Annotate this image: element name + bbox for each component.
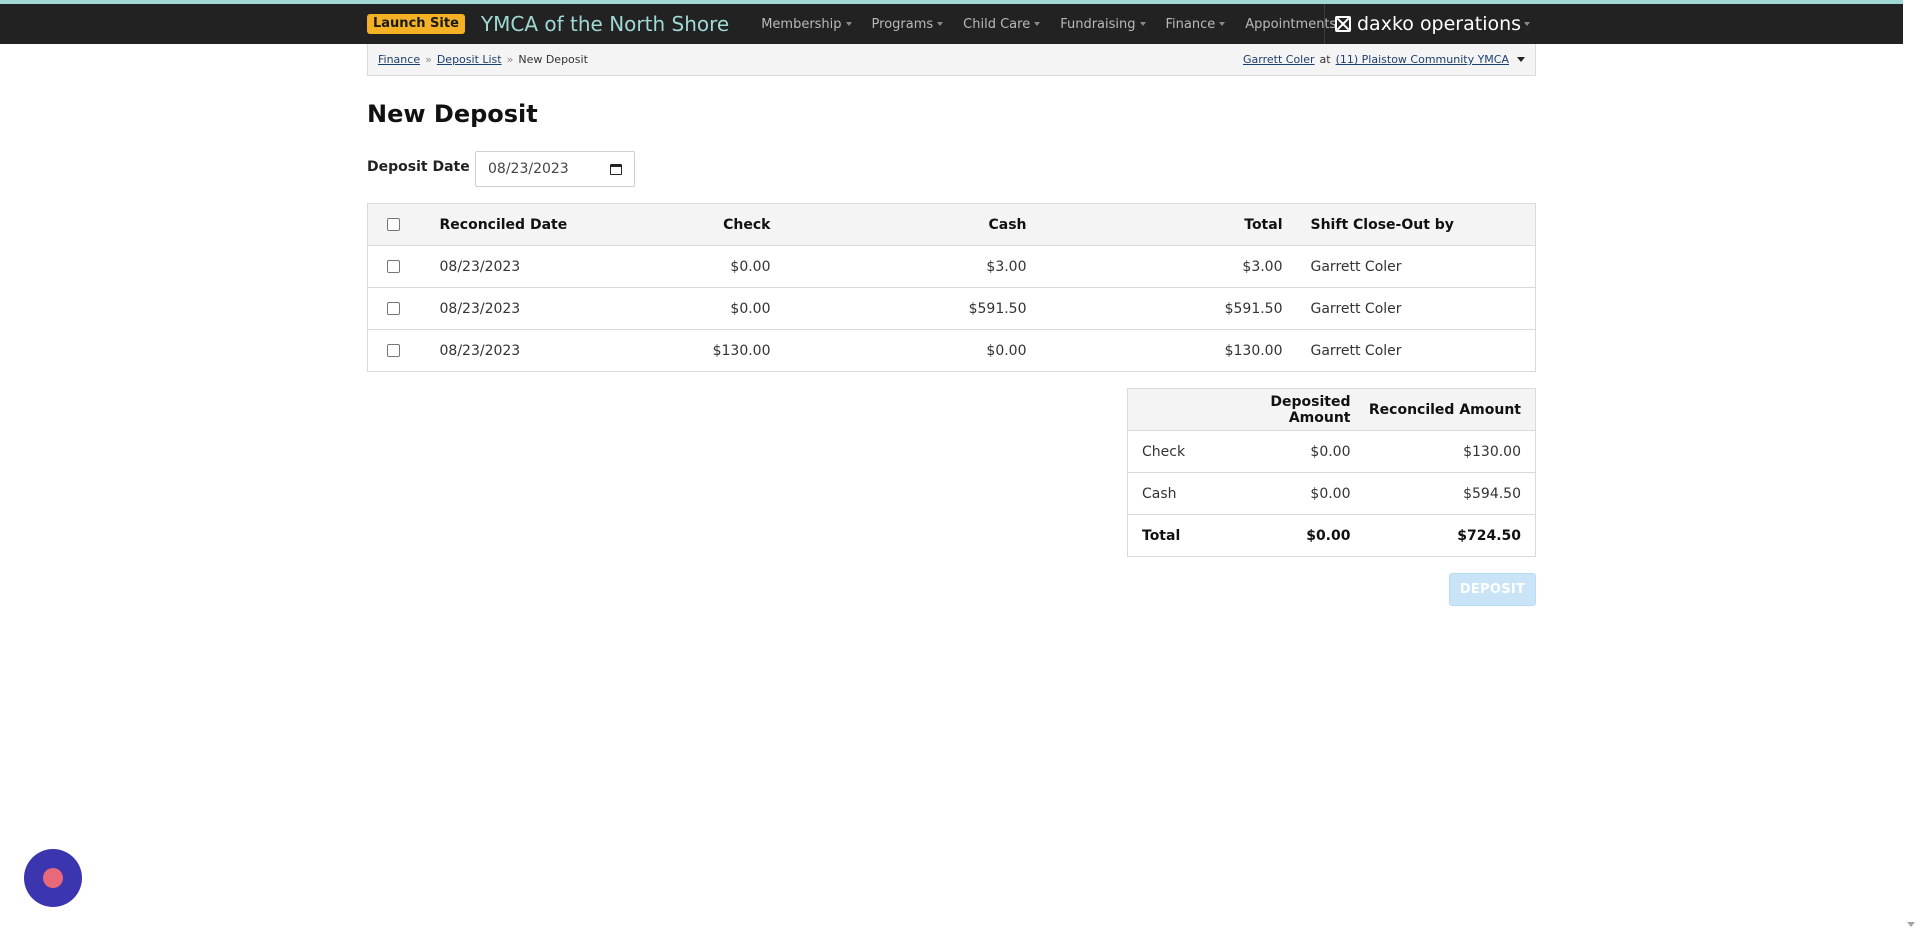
row-check: $130.00	[712, 342, 771, 359]
page-scrollbar[interactable]	[1903, 0, 1920, 931]
table-row: 08/23/2023 $0.00 $3.00 $3.00 Garrett Col…	[367, 245, 1536, 288]
row-check: $0.00	[577, 287, 771, 330]
summary-row-check: Check $0.00 $130.00	[1127, 430, 1536, 473]
menu-child-care-label: Child Care	[963, 16, 1031, 32]
chevron-down-icon	[845, 22, 852, 26]
top-navbar: Launch Site YMCA of the North Shore Memb…	[0, 4, 1920, 44]
chat-launcher-icon	[43, 868, 63, 888]
chevron-down-icon	[1219, 22, 1226, 26]
page-title: New Deposit	[367, 100, 538, 128]
menu-fundraising[interactable]: Fundraising	[1050, 17, 1155, 32]
row-total: $130.00	[1224, 342, 1283, 359]
summary-row-label: Cash	[1127, 472, 1228, 515]
user-at-text: at	[1319, 53, 1331, 66]
table-row: 08/23/2023 $0.00 $591.50 $591.50 Garrett…	[367, 287, 1536, 330]
deposit-date-input[interactable]: 08/23/2023	[475, 151, 635, 187]
summary-row-cash: Cash $0.00 $594.50	[1127, 472, 1536, 515]
user-name-link[interactable]: Garrett Coler	[1243, 53, 1315, 66]
table-row: 08/23/2023 $130.00 $0.00 $130.00 Garrett…	[368, 330, 1536, 372]
summary-row-label: Total	[1142, 527, 1181, 544]
summary-row-deposited: $0.00	[1227, 430, 1351, 473]
row-total: $3.00	[1026, 245, 1283, 288]
row-check: $0.00	[577, 245, 771, 288]
breadcrumb-bar: Finance » Deposit List » New Deposit Garrett…	[367, 44, 1536, 76]
table-header-row: Reconciled Date Check Cash Total Shift C…	[367, 203, 1536, 246]
breadcrumb: Finance » Deposit List » New Deposit	[378, 53, 588, 66]
select-all-checkbox[interactable]	[387, 218, 401, 231]
chevron-down-icon	[937, 22, 944, 26]
breadcrumb-separator: »	[425, 53, 432, 66]
deposit-date-label: Deposit Date	[367, 159, 470, 175]
summary-row-label: Check	[1127, 430, 1228, 473]
row-closeout-by: Garrett Coler	[1310, 342, 1402, 359]
row-date: 08/23/2023	[419, 245, 578, 288]
breadcrumb-separator: »	[506, 53, 514, 66]
menu-programs[interactable]: Programs	[862, 17, 954, 32]
menu-finance[interactable]: Finance	[1156, 17, 1236, 32]
row-select-cell	[367, 287, 420, 330]
org-title[interactable]: YMCA of the North Shore	[481, 12, 729, 36]
col-reconciled-date: Reconciled Date	[419, 203, 578, 246]
row-date: 08/23/2023	[419, 287, 578, 330]
row-select-cell	[368, 330, 420, 372]
menu-fundraising-label: Fundraising	[1060, 16, 1136, 32]
chevron-down-icon	[1034, 22, 1041, 26]
deposit-button[interactable]: DEPOSIT	[1449, 573, 1536, 606]
summary-row-total: Total $0.00 $724.50	[1128, 515, 1536, 557]
summary-col-label	[1127, 388, 1228, 431]
summary-col-reconciled: Reconciled Amount	[1350, 388, 1536, 431]
summary-row-reconciled: $594.50	[1350, 472, 1536, 515]
daxko-logo-icon	[1335, 16, 1351, 32]
calendar-icon[interactable]	[610, 163, 622, 175]
menu-child-care[interactable]: Child Care	[953, 17, 1050, 32]
row-checkbox[interactable]	[387, 260, 401, 273]
row-select-cell	[367, 245, 420, 288]
row-checkbox[interactable]	[387, 344, 401, 357]
scroll-down-arrow-icon[interactable]	[1907, 922, 1915, 927]
col-shift-closeout-by: Shift Close-Out by	[1282, 203, 1536, 246]
row-total: $591.50	[1026, 287, 1283, 330]
chevron-down-icon	[1139, 22, 1146, 26]
launch-site-button[interactable]: Launch Site	[367, 14, 465, 34]
row-cash: $3.00	[770, 245, 1027, 288]
product-name: daxko operations	[1357, 13, 1522, 35]
breadcrumb-finance-link[interactable]: Finance	[378, 53, 420, 66]
col-check: Check	[577, 203, 771, 246]
summary-col-deposited: Deposited Amount	[1227, 388, 1351, 431]
row-checkbox[interactable]	[387, 302, 401, 315]
location-link[interactable]: (11) Plaistow Community YMCA	[1336, 53, 1509, 66]
breadcrumb-deposit-list-link[interactable]: Deposit List	[437, 53, 502, 66]
deposit-summary-table: Deposited Amount Reconciled Amount Check…	[1127, 388, 1536, 557]
select-all-cell	[367, 203, 420, 246]
summary-row-deposited: $0.00	[1227, 472, 1351, 515]
summary-header-row: Deposited Amount Reconciled Amount	[1127, 388, 1536, 431]
breadcrumb-current: New Deposit	[518, 53, 588, 66]
summary-row-reconciled: $130.00	[1350, 430, 1536, 473]
menu-membership[interactable]: Membership	[751, 17, 861, 32]
shift-closeouts-table: Reconciled Date Check Cash Total Shift C…	[367, 203, 1536, 372]
row-closeout-by: Garrett Coler	[1282, 245, 1536, 288]
navbar-inner: Launch Site YMCA of the North Shore Memb…	[367, 4, 1536, 44]
chat-launcher-button[interactable]	[24, 849, 82, 907]
row-cash: $0.00	[986, 342, 1027, 359]
col-cash: Cash	[770, 203, 1027, 246]
summary-row-reconciled: $724.50	[1457, 527, 1521, 544]
main-menu: Membership Programs Child Care Fundraisi…	[751, 4, 1356, 44]
menu-appointments-label: Appointments	[1245, 16, 1337, 32]
location-dropdown-icon[interactable]	[1517, 57, 1525, 62]
row-cash: $591.50	[770, 287, 1027, 330]
summary-row-deposited: $0.00	[1306, 527, 1351, 544]
menu-membership-label: Membership	[761, 16, 842, 32]
product-switcher[interactable]: daxko operations	[1324, 4, 1536, 44]
chevron-down-icon	[1524, 22, 1531, 26]
row-closeout-by: Garrett Coler	[1282, 287, 1536, 330]
menu-programs-label: Programs	[871, 16, 934, 32]
deposit-date-value: 08/23/2023	[488, 161, 569, 177]
row-date: 08/23/2023	[439, 342, 521, 359]
user-location: Garrett Coler at (11) Plaistow Community…	[1243, 53, 1525, 66]
col-total: Total	[1026, 203, 1283, 246]
menu-finance-label: Finance	[1165, 16, 1216, 32]
